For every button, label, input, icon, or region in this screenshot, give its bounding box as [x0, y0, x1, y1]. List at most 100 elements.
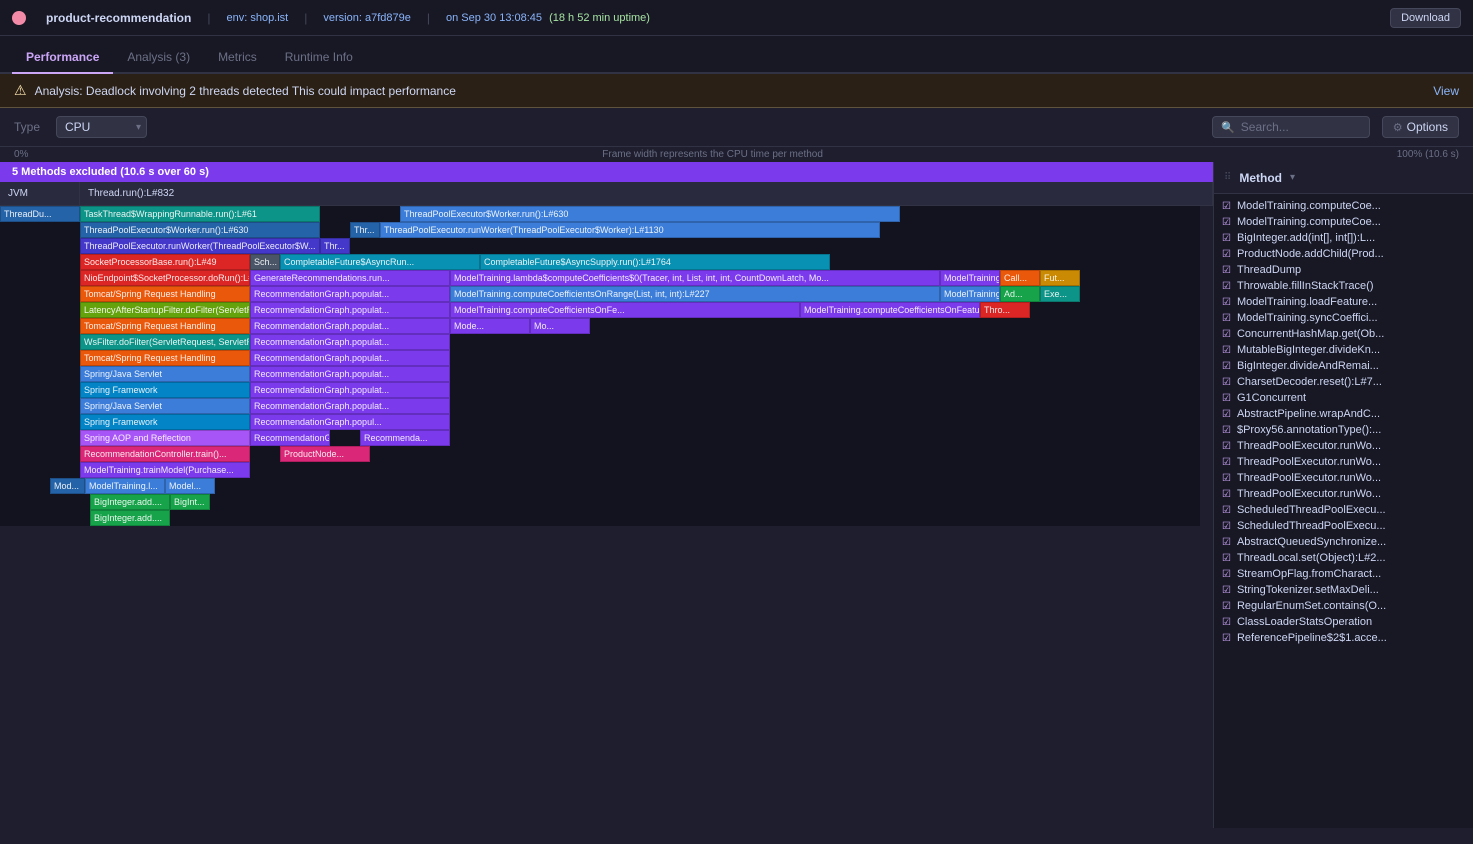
method-item[interactable]: ☑StringTokenizer.setMaxDeli...: [1214, 582, 1473, 598]
flame-block[interactable]: CompletableFuture$AsyncSupply.run():L#17…: [480, 254, 830, 270]
panel-drag-handle[interactable]: ⠿: [1224, 172, 1231, 183]
method-checkbox[interactable]: ☑: [1222, 601, 1231, 612]
flame-block[interactable]: Model...: [165, 478, 215, 494]
method-item[interactable]: ☑G1Concurrent: [1214, 390, 1473, 406]
flame-block[interactable]: Ad...: [1000, 286, 1040, 302]
method-item[interactable]: ☑ThreadPoolExecutor.runWo...: [1214, 454, 1473, 470]
tab-metrics[interactable]: Metrics: [204, 42, 271, 74]
flame-block[interactable]: Mo...: [530, 318, 590, 334]
flame-block[interactable]: ModelTraining....: [940, 286, 1000, 302]
flame-block[interactable]: ProductNode...: [280, 446, 370, 462]
flame-block[interactable]: ModelTraining.lambda$computeCoefficients…: [450, 270, 940, 286]
method-checkbox[interactable]: ☑: [1222, 233, 1231, 244]
method-checkbox[interactable]: ☑: [1222, 585, 1231, 596]
method-item[interactable]: ☑RegularEnumSet.contains(O...: [1214, 598, 1473, 614]
method-checkbox[interactable]: ☑: [1222, 313, 1231, 324]
method-checkbox[interactable]: ☑: [1222, 521, 1231, 532]
flame-block[interactable]: NioEndpoint$SocketProcessor.doRun():L#14…: [80, 270, 250, 286]
method-checkbox[interactable]: ☑: [1222, 537, 1231, 548]
method-checkbox[interactable]: ☑: [1222, 265, 1231, 276]
method-checkbox[interactable]: ☑: [1222, 569, 1231, 580]
flame-block[interactable]: Spring/Java Servlet: [80, 398, 250, 414]
flame-block[interactable]: RecommendationGraph.populat...: [250, 302, 450, 318]
method-checkbox[interactable]: ☑: [1222, 377, 1231, 388]
method-item[interactable]: ☑BigInteger.add(int[], int[]):L...: [1214, 230, 1473, 246]
method-item[interactable]: ☑CharsetDecoder.reset():L#7...: [1214, 374, 1473, 390]
method-item[interactable]: ☑AbstractQueuedSynchronize...: [1214, 534, 1473, 550]
method-checkbox[interactable]: ☑: [1222, 425, 1231, 436]
method-checkbox[interactable]: ☑: [1222, 249, 1231, 260]
method-checkbox[interactable]: ☑: [1222, 617, 1231, 628]
flame-block[interactable]: RecommendationGraph.populat...: [250, 366, 450, 382]
flame-block[interactable]: ModelTraining.computeCoefficientsOnFe...: [450, 302, 800, 318]
flame-block[interactable]: Mod...: [50, 478, 85, 494]
method-item[interactable]: ☑ModelTraining.computeCoe...: [1214, 214, 1473, 230]
flame-block[interactable]: BigInteger.add....: [90, 510, 170, 526]
method-checkbox[interactable]: ☑: [1222, 409, 1231, 420]
method-item[interactable]: ☑ScheduledThreadPoolExecu...: [1214, 518, 1473, 534]
flame-block[interactable]: RecommendationGraph.popul...: [250, 414, 450, 430]
flame-block[interactable]: Thr...: [350, 222, 380, 238]
method-item[interactable]: ☑Throwable.fillInStackTrace(): [1214, 278, 1473, 294]
flame-block[interactable]: Fut...: [1040, 270, 1080, 286]
flame-block[interactable]: TaskThread$WrappingRunnable.run():L#61: [80, 206, 320, 222]
method-dropdown-icon[interactable]: ▾: [1290, 172, 1295, 183]
flame-block[interactable]: WsFilter.doFilter(ServletRequest, Servle…: [80, 334, 250, 350]
flame-block[interactable]: ModelTraining....: [940, 270, 1000, 286]
flame-block[interactable]: Mode...: [450, 318, 530, 334]
flame-block[interactable]: Exe...: [1040, 286, 1080, 302]
method-checkbox[interactable]: ☑: [1222, 633, 1231, 644]
flame-block[interactable]: CompletableFuture$AsyncRun...: [280, 254, 480, 270]
flame-block[interactable]: Spring Framework: [80, 382, 250, 398]
flame-block[interactable]: ThreadPoolExecutor$Worker.run():L#630: [80, 222, 320, 238]
flame-block[interactable]: SocketProcessorBase.run():L#49: [80, 254, 250, 270]
flame-block[interactable]: RecommendationGraph.populat...: [250, 318, 450, 334]
flame-block[interactable]: Thr...: [320, 238, 350, 254]
flame-block[interactable]: GenerateRecommendations.run...: [250, 270, 450, 286]
flame-block[interactable]: ModelTraining.computeCoefficientsOnRange…: [450, 286, 940, 302]
method-checkbox[interactable]: ☑: [1222, 553, 1231, 564]
flame-block[interactable]: ThreadPoolExecutor$Worker.run():L#630: [400, 206, 900, 222]
method-checkbox[interactable]: ☑: [1222, 281, 1231, 292]
flame-block[interactable]: RecommendationGraph.populat...: [250, 398, 450, 414]
method-item[interactable]: ☑ThreadPoolExecutor.runWo...: [1214, 486, 1473, 502]
method-item[interactable]: ☑ThreadPoolExecutor.runWo...: [1214, 438, 1473, 454]
flame-block[interactable]: ModelTraining.l...: [85, 478, 165, 494]
method-item[interactable]: ☑ModelTraining.syncCoeffici...: [1214, 310, 1473, 326]
method-checkbox[interactable]: ☑: [1222, 441, 1231, 452]
flame-block[interactable]: Tomcat/Spring Request Handling: [80, 286, 250, 302]
method-checkbox[interactable]: ☑: [1222, 393, 1231, 404]
flame-block[interactable]: RecommendationGraph.populat...: [250, 286, 450, 302]
method-item[interactable]: ☑ScheduledThreadPoolExecu...: [1214, 502, 1473, 518]
flame-block[interactable]: BigInt...: [170, 494, 210, 510]
method-checkbox[interactable]: ☑: [1222, 217, 1231, 228]
method-item[interactable]: ☑ModelTraining.loadFeature...: [1214, 294, 1473, 310]
flame-block[interactable]: Thro...: [980, 302, 1030, 318]
flame-block[interactable]: ModelTraining.trainModel(Purchase...: [80, 462, 250, 478]
tab-runtime[interactable]: Runtime Info: [271, 42, 367, 74]
flame-block[interactable]: LatencyAfterStartupFilter.doFilter(Servl…: [80, 302, 250, 318]
method-item[interactable]: ☑ThreadLocal.set(Object):L#2...: [1214, 550, 1473, 566]
flame-block[interactable]: ThreadPoolExecutor.runWorker(ThreadPoolE…: [380, 222, 880, 238]
search-input[interactable]: [1241, 120, 1361, 134]
method-item[interactable]: ☑ProductNode.addChild(Prod...: [1214, 246, 1473, 262]
method-item[interactable]: ☑StreamOpFlag.fromCharact...: [1214, 566, 1473, 582]
tab-performance[interactable]: Performance: [12, 42, 113, 74]
flame-block[interactable]: Tomcat/Spring Request Handling: [80, 318, 250, 334]
method-item[interactable]: ☑ModelTraining.computeCoe...: [1214, 198, 1473, 214]
flame-block[interactable]: RecommendationGraph.populat...: [250, 382, 450, 398]
method-item[interactable]: ☑ReferencePipeline$2$1.acce...: [1214, 630, 1473, 646]
options-button[interactable]: ⚙ Options: [1382, 116, 1459, 138]
method-item[interactable]: ☑BigInteger.divideAndRemai...: [1214, 358, 1473, 374]
flame-block[interactable]: BigInteger.add....: [90, 494, 170, 510]
flame-block[interactable]: RecommendationGraph.populat...: [250, 334, 450, 350]
flame-block[interactable]: Spring AOP and Reflection: [80, 430, 250, 446]
method-item[interactable]: ☑ClassLoaderStatsOperation: [1214, 614, 1473, 630]
method-checkbox[interactable]: ☑: [1222, 297, 1231, 308]
flame-block[interactable]: ModelTraining.computeCoefficientsOnFeatu…: [800, 302, 980, 318]
method-checkbox[interactable]: ☑: [1222, 457, 1231, 468]
method-item[interactable]: ☑ConcurrentHashMap.get(Ob...: [1214, 326, 1473, 342]
method-checkbox[interactable]: ☑: [1222, 201, 1231, 212]
method-item[interactable]: ☑ThreadPoolExecutor.runWo...: [1214, 470, 1473, 486]
flame-block[interactable]: Recommenda...: [360, 430, 450, 446]
